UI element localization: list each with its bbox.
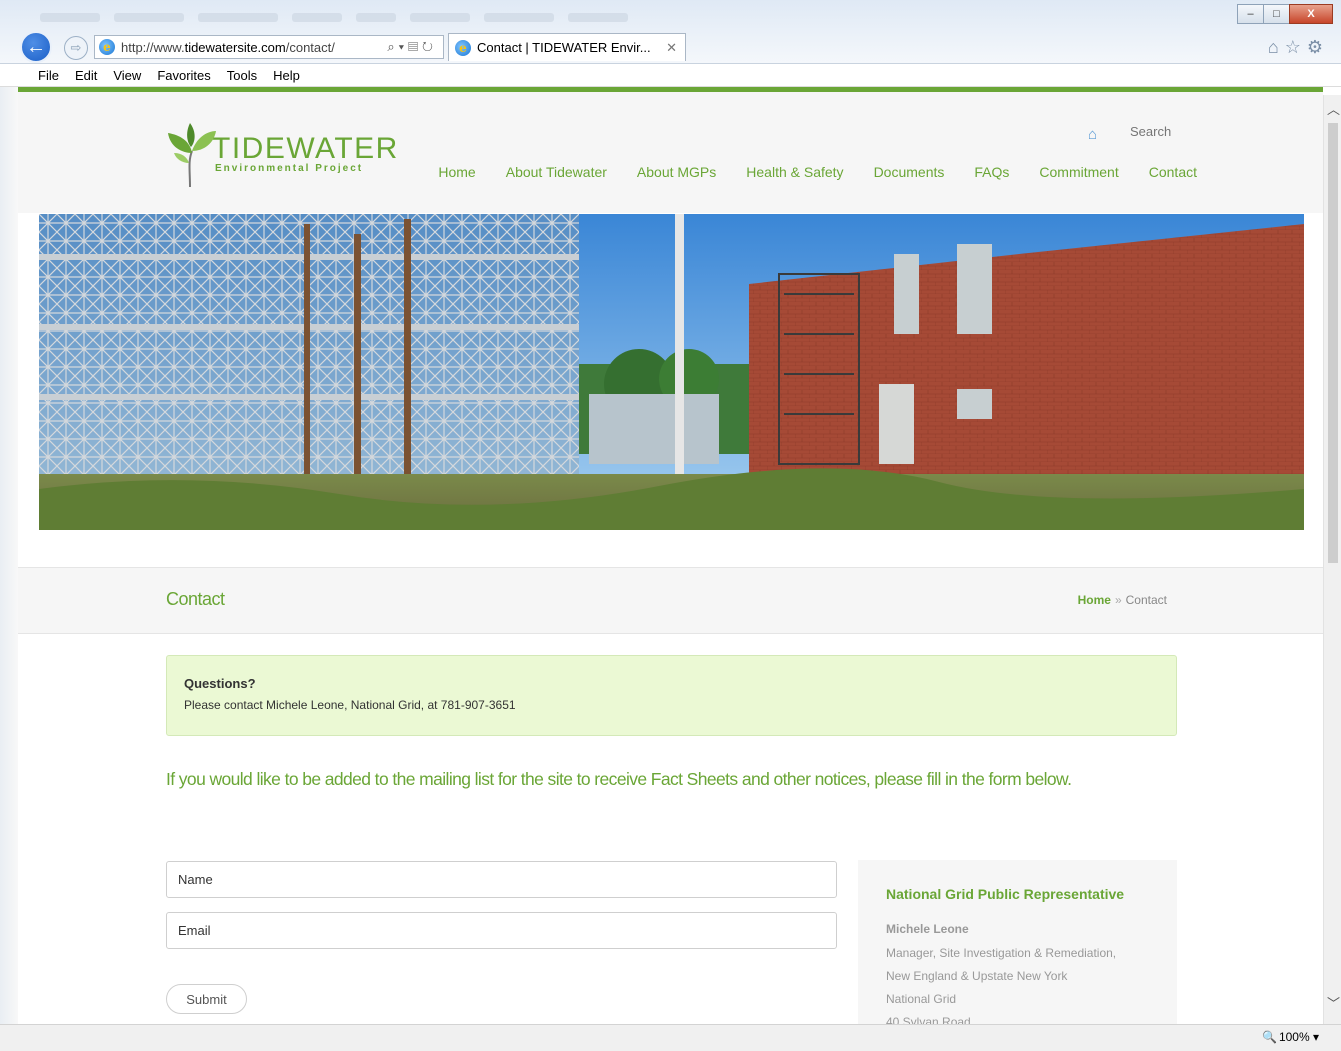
logo-title: TIDEWATER (212, 132, 399, 165)
zoom-control[interactable]: 🔍 100% ▾ (1262, 1030, 1319, 1044)
menu-tools[interactable]: Tools (227, 68, 257, 83)
breadcrumb-separator: » (1114, 593, 1122, 607)
menu-edit[interactable]: Edit (75, 68, 97, 83)
close-window-button[interactable]: X (1289, 4, 1333, 24)
ie-favicon-icon: e (99, 39, 115, 55)
hero-image (39, 214, 1304, 530)
representative-address: 40 Sylvan Road (886, 1015, 971, 1024)
zoom-level: 100% (1278, 1030, 1310, 1044)
main-nav: Home About Tidewater About MGPs Health &… (408, 164, 1197, 180)
vertical-scrollbar[interactable]: ︿ ﹀ (1323, 95, 1341, 1024)
status-bar: 🔍 100% ▾ (0, 1024, 1341, 1051)
minimize-button[interactable]: – (1237, 4, 1264, 24)
scroll-up-icon[interactable]: ︿ (1327, 99, 1340, 118)
breadcrumb: Home» Contact (1078, 593, 1167, 607)
representative-region: New England & Upstate New York (886, 969, 1068, 983)
search-input[interactable] (1130, 124, 1190, 139)
nav-about-tidewater[interactable]: About Tidewater (506, 164, 607, 180)
mailing-list-intro: If you would like to be added to the mai… (166, 769, 1072, 789)
representative-name: Michele Leone (886, 922, 969, 936)
close-tab-icon[interactable]: ✕ (666, 40, 677, 56)
email-field[interactable] (166, 912, 837, 949)
nav-home[interactable]: Home (438, 164, 475, 180)
page-viewport: TIDEWATER Environmental Project ⌂ Home A… (18, 87, 1323, 1024)
maximize-button[interactable]: □ (1263, 4, 1290, 24)
home-icon[interactable]: ⌂ (1088, 126, 1097, 143)
representative-company: National Grid (886, 992, 957, 1006)
tab-contact[interactable]: e Contact | TIDEWATER Envir... ✕ (448, 33, 686, 61)
scroll-down-icon[interactable]: ﹀ (1327, 993, 1340, 1012)
site-logo[interactable]: TIDEWATER Environmental Project (166, 123, 399, 187)
menu-view[interactable]: View (113, 68, 141, 83)
browser-tools-icons[interactable]: ⌂☆⚙ (1268, 37, 1329, 58)
name-field[interactable] (166, 861, 837, 898)
address-tools-icon[interactable]: ⌕▾▤↻ (387, 39, 437, 55)
nav-health-safety[interactable]: Health & Safety (746, 164, 843, 180)
menu-file[interactable]: File (38, 68, 59, 83)
nav-about-mgps[interactable]: About MGPs (637, 164, 716, 180)
nav-documents[interactable]: Documents (874, 164, 945, 180)
tree-leaf-icon (168, 123, 216, 187)
menu-favorites[interactable]: Favorites (157, 68, 210, 83)
nav-contact[interactable]: Contact (1149, 164, 1197, 180)
representative-title: Manager, Site Investigation & Remediatio… (886, 946, 1117, 960)
notice-title: Questions? (184, 676, 256, 691)
submit-button[interactable]: Submit (166, 984, 247, 1014)
breadcrumb-current: Contact (1125, 593, 1167, 607)
menu-bar: File Edit View Favorites Tools Help (0, 64, 1341, 87)
tab-title: Contact | TIDEWATER Envir... (477, 40, 651, 55)
address-bar[interactable]: e http://www.tidewatersite.com/contact/ … (94, 35, 444, 59)
zoom-icon: 🔍 (1261, 1030, 1277, 1044)
nav-commitment[interactable]: Commitment (1039, 164, 1118, 180)
favorites-bar-blurred (40, 10, 740, 22)
scroll-thumb[interactable] (1328, 123, 1338, 563)
breadcrumb-home-link[interactable]: Home (1078, 593, 1111, 607)
back-arrow-icon[interactable]: ← (20, 31, 52, 63)
forward-arrow-icon[interactable]: ⇨ (64, 36, 88, 60)
window-controls: – □ X (1237, 4, 1333, 24)
questions-notice: Questions? Please contact Michele Leone,… (166, 655, 1177, 736)
page-title-bar: Contact Home» Contact (18, 567, 1323, 634)
page-title: Contact (166, 589, 225, 609)
nav-faqs[interactable]: FAQs (974, 164, 1009, 180)
site-header: TIDEWATER Environmental Project ⌂ Home A… (18, 92, 1323, 213)
address-url[interactable]: http://www.tidewatersite.com/contact/ (121, 40, 335, 55)
browser-toolbar: – □ X ← ⇨ e http://www.tidewatersite.com… (0, 0, 1341, 64)
representative-card: National Grid Public Representative Mich… (858, 860, 1177, 1024)
representative-heading: National Grid Public Representative (886, 886, 1125, 902)
ie-favicon-icon: e (455, 39, 471, 56)
window-edge (0, 87, 18, 1024)
notice-text: Please contact Michele Leone, National G… (184, 698, 516, 712)
menu-help[interactable]: Help (273, 68, 300, 83)
